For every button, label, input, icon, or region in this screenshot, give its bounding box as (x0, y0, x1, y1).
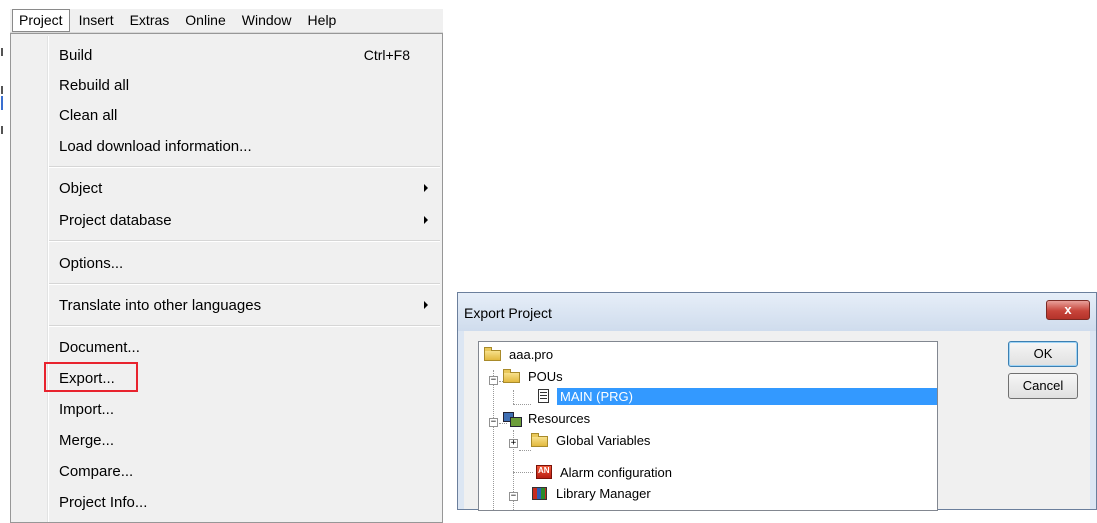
tree-line (493, 370, 494, 510)
menu-separator (49, 325, 440, 327)
dialog-title: Export Project (464, 305, 552, 321)
project-menu-dropdown: Build Ctrl+F8 Rebuild all Clean all Load… (10, 33, 443, 523)
resources-icon (503, 411, 522, 427)
menu-item-label: Clean all (59, 106, 118, 124)
tree-node-label: Library Manager (556, 485, 651, 501)
folder-open-icon (484, 347, 502, 361)
menu-item-label: Load download information... (59, 137, 252, 155)
menu-bar: Project Insert Extras Online Window Help (10, 9, 443, 33)
menu-item-compare[interactable]: Compare... (13, 457, 440, 485)
tree-line (519, 450, 531, 451)
tree-line (513, 390, 514, 404)
collapse-icon[interactable]: − (489, 418, 498, 427)
tree-node-label: MAIN (PRG) (557, 387, 937, 405)
tree-node-root[interactable]: aaa.pro (484, 344, 556, 364)
menu-item-label: Options... (59, 254, 124, 272)
project-tree[interactable]: aaa.pro − POUs MAIN (PRG) − Resources + … (478, 341, 938, 511)
menu-item-label: Document... (59, 338, 140, 356)
tree-node-label: Alarm configuration (560, 464, 672, 480)
menu-item-label: Build (59, 46, 93, 64)
menu-item-label: Project Info... (59, 493, 148, 511)
tree-node-pous[interactable]: POUs (503, 366, 566, 386)
menu-separator (49, 166, 440, 168)
menu-window[interactable]: Window (235, 9, 299, 32)
menu-item-label: Compare... (59, 462, 134, 480)
menu-online[interactable]: Online (178, 9, 232, 32)
left-edge-artifact (0, 34, 4, 154)
submenu-arrow-icon (424, 184, 428, 192)
alarm-icon (535, 465, 553, 479)
submenu-arrow-icon (424, 216, 428, 224)
menu-item-object[interactable]: Object (13, 174, 440, 202)
menu-item-project-database[interactable]: Project database (13, 206, 440, 234)
menu-item-clean-all[interactable]: Clean all (13, 101, 440, 129)
tree-node-main-prg[interactable]: MAIN (PRG) (535, 386, 937, 406)
tree-line (513, 404, 531, 405)
menu-item-project-info[interactable]: Project Info... (13, 488, 440, 516)
library-icon (531, 486, 549, 500)
tree-node-label: aaa.pro (509, 346, 554, 362)
dialog-titlebar[interactable]: Export Project x (458, 293, 1096, 331)
folder-open-icon (503, 369, 521, 383)
menu-item-load-download-information[interactable]: Load download information... (13, 132, 440, 160)
menu-item-rebuild-all[interactable]: Rebuild all (13, 71, 440, 99)
menu-item-import[interactable]: Import... (13, 395, 440, 423)
menu-item-options[interactable]: Options... (13, 249, 440, 277)
tree-node-label: POUs (528, 368, 563, 384)
submenu-arrow-icon (424, 301, 428, 309)
menu-extras[interactable]: Extras (123, 9, 177, 32)
expand-icon[interactable]: + (509, 439, 518, 448)
menu-item-label: Object (59, 179, 103, 197)
tree-line (513, 472, 533, 473)
menu-project[interactable]: Project (12, 9, 70, 32)
tree-node-label: Global Variables (556, 432, 651, 448)
collapse-icon[interactable]: − (509, 492, 518, 501)
close-button[interactable]: x (1046, 300, 1090, 320)
folder-icon (531, 433, 549, 447)
menu-item-document[interactable]: Document... (13, 333, 440, 361)
menu-item-merge[interactable]: Merge... (13, 426, 440, 454)
tree-node-library-manager[interactable]: Library Manager (531, 483, 654, 503)
menu-separator (49, 283, 440, 285)
dialog-body: aaa.pro − POUs MAIN (PRG) − Resources + … (464, 331, 1090, 511)
collapse-icon[interactable]: − (489, 376, 498, 385)
tree-node-label: Resources (528, 410, 591, 426)
close-icon: x (1064, 302, 1072, 317)
menu-item-label: Merge... (59, 431, 115, 449)
export-highlight-box (44, 362, 138, 392)
menu-insert[interactable]: Insert (72, 9, 121, 32)
menu-item-label: Translate into other languages (59, 296, 262, 314)
menu-item-label: Rebuild all (59, 76, 130, 94)
export-project-dialog: Export Project x aaa.pro − POUs MAIN (PR… (457, 292, 1097, 511)
tree-node-global-variables[interactable]: Global Variables (531, 430, 653, 450)
menu-separator (49, 240, 440, 242)
document-icon (535, 389, 553, 403)
tree-node-resources[interactable]: Resources (503, 408, 593, 428)
menu-item-translate[interactable]: Translate into other languages (13, 291, 440, 319)
tree-node-alarm-configuration[interactable]: Alarm configuration (535, 462, 675, 482)
cancel-button[interactable]: Cancel (1008, 373, 1078, 399)
ok-button[interactable]: OK (1008, 341, 1078, 367)
menu-item-label: Project database (59, 211, 172, 229)
menu-item-shortcut: Ctrl+F8 (363, 47, 410, 63)
menu-item-label: Import... (59, 400, 115, 418)
menu-item-build[interactable]: Build Ctrl+F8 (13, 41, 440, 69)
menu-help[interactable]: Help (301, 9, 344, 32)
